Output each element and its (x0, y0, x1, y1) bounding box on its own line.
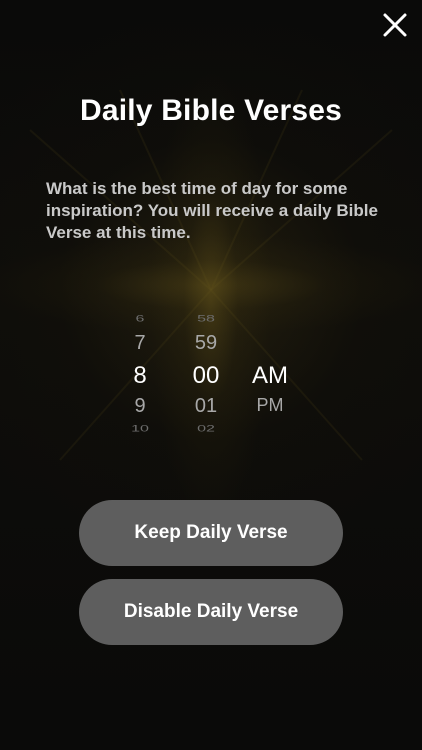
hour-option[interactable]: 9 (110, 395, 170, 418)
minute-option[interactable]: 01 (176, 395, 236, 418)
minute-option-selected[interactable]: 00 (176, 362, 236, 390)
hour-option[interactable]: 6 (110, 314, 170, 325)
disable-daily-verse-button[interactable]: Disable Daily Verse (79, 579, 343, 645)
hour-option-selected[interactable]: 8 (110, 362, 170, 390)
period-option[interactable]: PM (240, 395, 300, 416)
hour-option[interactable]: 10 (110, 424, 170, 435)
minute-option[interactable]: 58 (176, 314, 236, 325)
period-option-selected[interactable]: AM (240, 362, 300, 390)
keep-daily-verse-button[interactable]: Keep Daily Verse (79, 500, 343, 566)
period-wheel[interactable]: AM PM (240, 308, 300, 436)
prompt-text: What is the best time of day for some in… (46, 179, 378, 242)
page-title: Daily Bible Verses (79, 94, 343, 127)
time-picker[interactable]: 6 7 8 9 10 58 59 00 01 02 AM PM (100, 308, 320, 436)
minute-option[interactable]: 02 (176, 424, 236, 435)
hour-wheel[interactable]: 6 7 8 9 10 (110, 308, 170, 436)
minute-option[interactable]: 59 (176, 332, 236, 355)
close-button[interactable] (380, 10, 410, 40)
close-icon (383, 13, 407, 37)
minute-wheel[interactable]: 58 59 00 01 02 (176, 308, 236, 436)
hour-option[interactable]: 7 (110, 332, 170, 355)
